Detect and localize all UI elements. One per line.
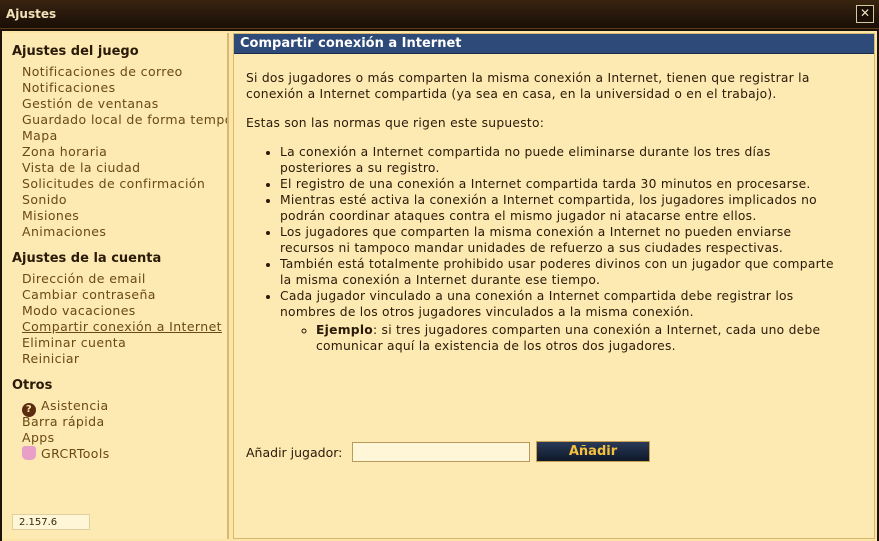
- panel-body: Si dos jugadores o más comparten la mism…: [246, 70, 846, 354]
- list-item: Cada jugador vinculado a una conexión a …: [280, 288, 846, 354]
- list-item: Los jugadores que comparten la misma con…: [280, 224, 846, 256]
- close-icon[interactable]: ✕: [856, 5, 874, 23]
- add-player-button[interactable]: Añadir: [536, 441, 650, 462]
- section-title-others: Otros: [12, 378, 53, 393]
- rules-intro: Estas son las normas que rigen este supu…: [246, 116, 545, 130]
- settings-window: Ajustes ✕ Ajustes del juego Notificacion…: [0, 0, 879, 541]
- list-item: Mientras esté activa la conexión a Inter…: [280, 192, 846, 224]
- sidebar-item-local-storage[interactable]: Guardado local de forma tempo: [22, 112, 227, 127]
- list-item: El registro de una conexión a Internet c…: [280, 176, 846, 192]
- intro-text: Si dos jugadores o más comparten la mism…: [246, 71, 810, 101]
- sidebar-item-animations[interactable]: Animaciones: [22, 224, 106, 239]
- sidebar-item-sound[interactable]: Sonido: [22, 192, 67, 207]
- sidebar-item-timezone[interactable]: Zona horaria: [22, 144, 107, 159]
- sidebar-item-email-notifications[interactable]: Notificaciones de correo: [22, 64, 183, 79]
- sidebar-item-quests[interactable]: Misiones: [22, 208, 79, 223]
- section-title-account: Ajustes de la cuenta: [12, 251, 162, 266]
- sidebar-item-window-management[interactable]: Gestión de ventanas: [22, 96, 159, 111]
- window-title: Ajustes: [6, 7, 57, 21]
- example-text: : si tres jugadores comparten una conexi…: [316, 323, 821, 353]
- sidebar-item-shared-connection[interactable]: Compartir conexión a Internet: [22, 319, 222, 334]
- sidebar-item-confirmations[interactable]: Solicitudes de confirmación: [22, 176, 205, 191]
- rules-list: La conexión a Internet compartida no pue…: [246, 144, 846, 354]
- sidebar-item-apps[interactable]: Apps: [22, 430, 55, 445]
- section-title-game: Ajustes del juego: [12, 44, 139, 59]
- sidebar-item-delete-account[interactable]: Eliminar cuenta: [22, 335, 126, 350]
- panel-title: Compartir conexión a Internet: [234, 34, 874, 54]
- sidebar-item-city-view[interactable]: Vista de la ciudad: [22, 160, 141, 175]
- shared-connection-panel: Compartir conexión a Internet Si dos jug…: [233, 33, 875, 539]
- list-item: También está totalmente prohibido usar p…: [280, 256, 846, 288]
- version-label: 2.157.6: [12, 514, 90, 530]
- sidebar-item-map[interactable]: Mapa: [22, 128, 58, 143]
- sidebar-item-email-address[interactable]: Dirección de email: [22, 271, 146, 286]
- add-player-input[interactable]: [352, 442, 530, 462]
- sidebar-item-vacation-mode[interactable]: Modo vacaciones: [22, 303, 136, 318]
- example-label: Ejemplo: [316, 323, 373, 337]
- sidebar-item-change-password[interactable]: Cambiar contraseña: [22, 287, 156, 302]
- example-list: Ejemplo: si tres jugadores comparten una…: [280, 322, 846, 354]
- window-titlebar: Ajustes ✕: [0, 0, 879, 29]
- sidebar-item-label: GRCRTools: [41, 446, 110, 461]
- sidebar-item-restart[interactable]: Reiniciar: [22, 351, 79, 366]
- rule-text: Cada jugador vinculado a una conexión a …: [280, 289, 794, 319]
- list-item: La conexión a Internet compartida no pue…: [280, 144, 846, 176]
- add-player-label: Añadir jugador:: [246, 445, 343, 460]
- settings-sidebar: Ajustes del juego Notificaciones de corr…: [2, 33, 229, 539]
- sidebar-item-label: Asistencia: [41, 398, 109, 413]
- sidebar-item-grcrtools[interactable]: GRCRTools: [22, 446, 110, 461]
- grcrtools-icon: [22, 446, 36, 460]
- example-item: Ejemplo: si tres jugadores comparten una…: [316, 322, 846, 354]
- sidebar-item-quickbar[interactable]: Barra rápida: [22, 414, 105, 429]
- sidebar-item-notifications[interactable]: Notificaciones: [22, 80, 116, 95]
